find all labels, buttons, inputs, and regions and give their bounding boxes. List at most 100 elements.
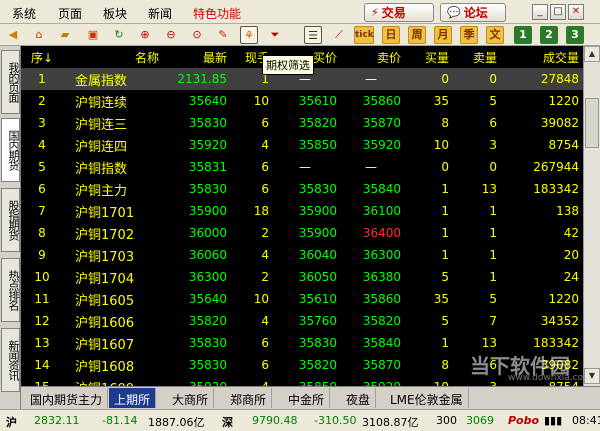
refresh-icon[interactable]: ↻ xyxy=(110,26,128,44)
table-row[interactable]: 7 沪铜1701 35900 18 35900 36100 1 1 138 xyxy=(21,200,583,222)
cell-ask: — xyxy=(341,68,405,90)
tab-shfe[interactable]: 上期所 xyxy=(109,388,157,408)
status-sz-amount: 3108.87亿 xyxy=(362,416,419,429)
cell-seq: 10 xyxy=(34,270,50,284)
minimize-button[interactable]: _ xyxy=(532,4,548,20)
cell-bid-volume: 1 xyxy=(441,204,449,218)
home-icon[interactable]: ⌂ xyxy=(30,26,48,44)
cell-bid: 35820 xyxy=(298,116,337,130)
cell-hand: 6 xyxy=(261,160,269,174)
menu-system[interactable]: 系统 xyxy=(12,5,36,22)
table-row[interactable]: 10 沪铜1704 36300 2 36050 36380 5 1 24 xyxy=(21,266,583,288)
period-month-button[interactable]: 月 xyxy=(434,26,452,44)
sidebar-tab-my-page[interactable]: 我的页面 xyxy=(1,50,20,114)
trade-button[interactable]: ⚡ 交易 xyxy=(364,3,434,22)
options-filter-icon[interactable]: ⚘ xyxy=(240,26,258,44)
tab-domestic-main[interactable]: 国内期货主力 xyxy=(25,388,109,408)
table-row[interactable]: 6 沪铜主力 35830 6 35830 35840 1 13 183342 xyxy=(21,178,583,200)
scroll-thumb[interactable] xyxy=(585,98,599,148)
funnel-icon[interactable]: ⏷ xyxy=(266,26,284,44)
col-header-seq[interactable]: 序↓ xyxy=(21,46,67,68)
zoom-out-icon[interactable]: ⊖ xyxy=(162,26,180,44)
cell-volume: 267944 xyxy=(533,160,579,174)
table-row[interactable]: 9 沪铜1703 36060 4 36040 36300 1 1 20 xyxy=(21,244,583,266)
col-header-volume[interactable]: 成交量 xyxy=(501,46,583,68)
options-filter-tooltip: 期权筛选 xyxy=(262,55,314,75)
period-week-button[interactable]: 周 xyxy=(408,26,426,44)
table-row[interactable]: 8 沪铜1702 36000 2 35900 36400 1 1 42 xyxy=(21,222,583,244)
folder-icon[interactable]: ▰ xyxy=(56,26,74,44)
menu-news[interactable]: 新闻 xyxy=(148,5,172,22)
period-text-button[interactable]: 文 xyxy=(486,26,504,44)
cell-seq: 9 xyxy=(38,248,46,262)
page-3-button[interactable]: 3 xyxy=(566,26,584,44)
tab-lme[interactable]: LME伦敦金属 xyxy=(385,388,469,408)
tick-icon[interactable]: tick xyxy=(354,26,374,44)
cell-seq: 11 xyxy=(34,292,50,306)
cell-ask: 35840 xyxy=(362,182,401,196)
cell-name: 沪铜主力 xyxy=(75,183,128,199)
cell-ask: 36400 xyxy=(362,226,401,240)
search-icon[interactable]: ⊙ xyxy=(188,26,206,44)
dot-icon[interactable]: ▣ xyxy=(84,26,102,44)
col-header-bid-volume[interactable]: 买量 xyxy=(405,46,453,68)
forum-button[interactable]: 💬 论坛 xyxy=(440,3,506,22)
menu-page[interactable]: 页面 xyxy=(58,5,82,22)
cell-bid-volume: 5 xyxy=(441,314,449,328)
col-header-name[interactable]: 名称 xyxy=(67,46,163,68)
tab-dce[interactable]: 大商所 xyxy=(167,388,215,408)
period-quarter-button[interactable]: 季 xyxy=(460,26,478,44)
col-header-last[interactable]: 最新 xyxy=(163,46,231,68)
cell-seq: 5 xyxy=(38,160,46,174)
cell-ask: 36300 xyxy=(362,248,401,262)
tab-cffex[interactable]: 中金所 xyxy=(283,388,331,408)
tab-night-session[interactable]: 夜盘 xyxy=(341,388,377,408)
table-row[interactable]: 3 沪铜连三 35830 6 35820 35870 8 6 39082 xyxy=(21,112,583,134)
col-header-ask[interactable]: 卖价 xyxy=(341,46,405,68)
maximize-button[interactable]: □ xyxy=(550,4,566,20)
cell-last: 35920 xyxy=(188,138,227,152)
table-row[interactable]: 12 沪铜1606 35820 4 35760 35820 5 7 34352 xyxy=(21,310,583,332)
zoom-in-icon[interactable]: ⊕ xyxy=(136,26,154,44)
status-sz-value: 9790.48 xyxy=(252,414,298,427)
scroll-up-icon[interactable]: ▲ xyxy=(584,46,600,62)
vertical-scrollbar[interactable]: ▲ ▼ xyxy=(583,46,600,386)
scroll-down-icon[interactable]: ▼ xyxy=(584,368,600,384)
forum-label: 论坛 xyxy=(463,6,488,20)
cell-volume: 20 xyxy=(563,248,579,262)
menu-sector[interactable]: 板块 xyxy=(103,5,127,22)
back-icon[interactable]: ◀ xyxy=(4,26,22,44)
cell-name: 沪铜1607 xyxy=(75,337,135,353)
col-header-ask-volume[interactable]: 卖量 xyxy=(453,46,501,68)
cell-bid: 35820 xyxy=(298,358,337,372)
cell-bid-volume: 5 xyxy=(441,270,449,284)
cell-hand: 4 xyxy=(231,376,273,386)
chart-icon[interactable]: ⟋ xyxy=(330,26,348,44)
cell-last: 35900 xyxy=(188,204,227,218)
menu-special-features[interactable]: 特色功能 xyxy=(193,5,241,22)
cell-bid-volume: 10 xyxy=(405,376,453,386)
status-market-sh: 沪 xyxy=(6,416,17,429)
table-row[interactable]: 4 沪铜连四 35920 4 35850 35920 10 3 8754 xyxy=(21,134,583,156)
table-row[interactable]: 5 沪铜指数 35831 6 — — 0 0 267944 xyxy=(21,156,583,178)
sidebar-tab-news[interactable]: 新闻资讯 xyxy=(1,328,20,392)
close-button[interactable]: ✕ xyxy=(568,4,584,20)
cell-last: 35830 xyxy=(188,358,227,372)
page-2-button[interactable]: 2 xyxy=(540,26,558,44)
table-row[interactable]: 2 沪铜连续 35640 10 35610 35860 35 5 1220 xyxy=(21,90,583,112)
cell-seq: 13 xyxy=(34,336,50,350)
table-row[interactable]: 11 沪铜1605 35640 10 35610 35860 35 5 1220 xyxy=(21,288,583,310)
sidebar-tab-domestic-futures[interactable]: 国内期货 xyxy=(1,118,20,182)
page-1-button[interactable]: 1 xyxy=(514,26,532,44)
quote-list-icon[interactable]: ☰ xyxy=(304,26,322,44)
cell-bid: 35850 xyxy=(298,138,337,152)
pencil-icon[interactable]: ✎ xyxy=(214,26,232,44)
period-day-button[interactable]: 日 xyxy=(382,26,400,44)
tab-czce[interactable]: 郑商所 xyxy=(225,388,273,408)
sidebar-tab-index-futures[interactable]: 股指期货 xyxy=(1,188,20,252)
status-sh-value: 2832.11 xyxy=(34,414,80,427)
cell-ask: — xyxy=(365,160,377,174)
sidebar-tab-hot-ranking[interactable]: 热点排名 xyxy=(1,258,20,322)
cell-last: 35920 xyxy=(163,376,231,386)
cell-bid-volume: 1 xyxy=(441,336,449,350)
